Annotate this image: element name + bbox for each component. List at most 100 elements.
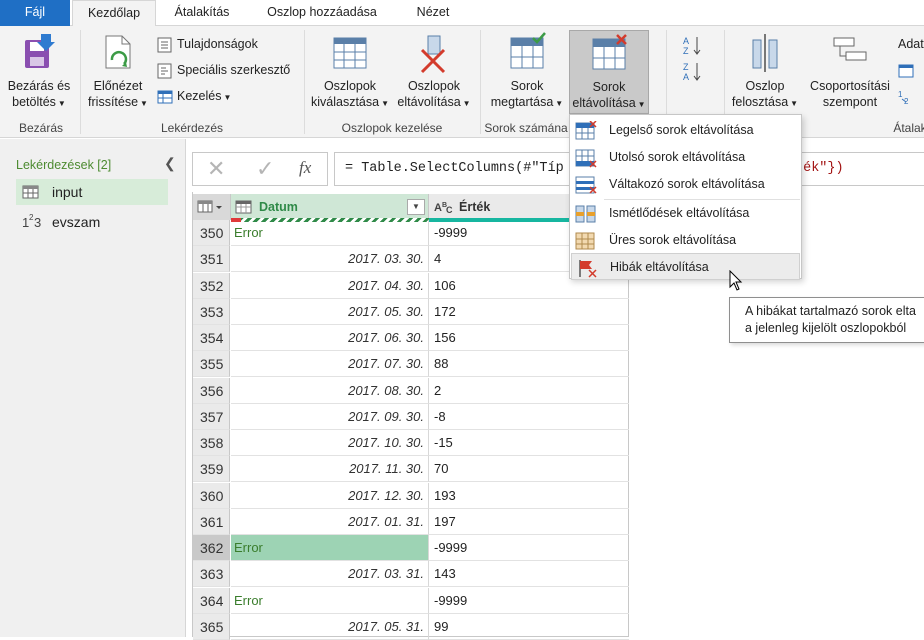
row-number[interactable]: 354 (193, 325, 230, 351)
cell-date[interactable]: 2017. 09. 30. (231, 403, 429, 430)
fx-icon[interactable]: fx (299, 158, 311, 178)
remove-duplicates-icon (575, 205, 596, 223)
cell-value[interactable]: 2 (429, 378, 629, 404)
row-number[interactable]: 355 (193, 351, 230, 378)
cell-error[interactable]: Error (231, 587, 429, 614)
cell-value[interactable]: -9999 (429, 535, 629, 561)
collapse-pane-icon[interactable]: ❮ (164, 155, 176, 172)
first-row-header-button[interactable] (898, 60, 918, 80)
cell-value[interactable]: -9999 (429, 588, 629, 614)
choose-columns-button[interactable]: Oszlopok kiválasztása ▼ (308, 30, 392, 112)
cell-date[interactable]: 2017. 03. 30. (231, 246, 429, 273)
menu-item-remove-blank-rows[interactable]: Üres sorok eltávolítása (571, 227, 800, 254)
date-type-icon (235, 200, 252, 214)
menu-item-label: Üres sorok eltávolítása (609, 233, 737, 247)
cell-value[interactable]: 88 (429, 351, 629, 378)
group-by-icon (833, 37, 867, 61)
cell-date[interactable]: 2017. 05. 30. (231, 298, 429, 325)
row-number[interactable]: 350 (193, 220, 230, 246)
confirm-icon[interactable]: ✓ (256, 156, 274, 182)
replace-values-button[interactable]: 12 (898, 86, 922, 106)
group-by-button[interactable]: Csoportosítási szempont (804, 30, 896, 110)
menu-item-label: Legelső sorok eltávolítása (609, 123, 754, 137)
cell-value[interactable]: 197 (429, 509, 629, 535)
sort-descending-button[interactable]: ZA (682, 60, 708, 82)
cell-date[interactable]: 2017. 11. 30. (231, 456, 429, 483)
data-type-button[interactable]: Adat (898, 34, 924, 54)
select-all-corner[interactable] (193, 194, 231, 220)
properties-icon (157, 37, 172, 53)
cell-date[interactable]: 2017. 05. 31. (231, 613, 429, 640)
cell-value[interactable]: 156 (429, 325, 629, 351)
row-number[interactable]: 358 (193, 430, 230, 456)
row-number[interactable]: 364 (193, 587, 230, 614)
remove-rows-label-1: Sorok (592, 80, 626, 94)
remove-top-rows-icon (575, 121, 597, 140)
refresh-preview-button[interactable]: Előnézet frissítése ▼ (84, 30, 152, 112)
row-number[interactable]: 361 (193, 508, 230, 535)
menu-item-remove-errors[interactable]: Hibák eltávolítása (571, 253, 800, 280)
cancel-icon[interactable]: ✕ (207, 156, 225, 182)
column-header-label: Datum (259, 200, 298, 214)
cell-value[interactable]: -8 (429, 404, 629, 430)
close-and-load-button[interactable]: Bezárás és betöltés ▼ (4, 30, 74, 112)
properties-button[interactable]: Tulajdonságok (157, 34, 258, 54)
cell-value[interactable]: 193 (429, 483, 629, 509)
tab-view[interactable]: Nézet (398, 0, 468, 26)
cell-error[interactable]: Error (231, 220, 429, 246)
row-number[interactable]: 353 (193, 298, 230, 325)
menu-item-remove-bottom-rows[interactable]: Utolsó sorok eltávolítása (571, 144, 800, 171)
replace-values-icon: 12 (898, 90, 909, 106)
cell-value[interactable]: 70 (429, 456, 629, 483)
tab-add-column[interactable]: Oszlop hozzáadása (252, 0, 392, 26)
row-number[interactable]: 363 (193, 561, 230, 588)
row-number[interactable]: 359 (193, 456, 230, 483)
query-item-evszam[interactable]: 123 evszam (16, 209, 168, 235)
cell-date[interactable]: 2017. 01. 31. (231, 508, 429, 535)
query-item-label: evszam (52, 214, 101, 230)
manage-button[interactable]: Kezelés ▼ (157, 86, 231, 106)
cell-date[interactable]: 2017. 06. 30. (231, 325, 429, 351)
query-item-input[interactable]: input (16, 179, 168, 205)
cell-date[interactable]: 2017. 03. 31. (231, 561, 429, 588)
row-number[interactable]: 352 (193, 272, 230, 299)
row-number[interactable]: 360 (193, 482, 230, 509)
text-type-icon: A BC (434, 202, 453, 215)
remove-columns-label-2: eltávolítása ▼ (397, 95, 471, 109)
queries-pane: Lekérdezések [2] ❮ input 123 evszam (0, 139, 186, 637)
cell-value[interactable]: 172 (429, 299, 629, 325)
keep-rows-icon (510, 32, 546, 69)
sort-ascending-button[interactable]: AZ (682, 34, 708, 56)
keep-rows-button[interactable]: Sorok megtartása ▼ (486, 30, 568, 112)
table-menu-icon (197, 200, 222, 213)
menu-item-remove-duplicates[interactable]: Ismétlődések eltávolítása (571, 200, 800, 227)
cell-value[interactable]: 143 (429, 561, 629, 588)
column-header-label: Érték (459, 200, 491, 214)
row-number[interactable]: 365 (193, 613, 230, 640)
remove-columns-button[interactable]: Oszlopok eltávolítása ▼ (392, 30, 476, 112)
tab-transform[interactable]: Átalakítás (156, 0, 248, 26)
cell-value[interactable]: 99 (429, 614, 629, 640)
row-number[interactable]: 356 (193, 377, 230, 404)
menu-item-remove-alternate-rows[interactable]: Váltakozó sorok eltávolítása (571, 171, 800, 198)
cell-date[interactable]: 2017. 10. 30. (231, 430, 429, 456)
row-number[interactable]: 351 (193, 246, 230, 273)
row-number[interactable]: 357 (193, 403, 230, 430)
cell-date[interactable]: 2017. 12. 30. (231, 482, 429, 509)
cell-date[interactable]: 2017. 08. 30. (231, 377, 429, 404)
choose-columns-icon (333, 37, 367, 69)
split-column-button[interactable]: Oszlop felosztása ▼ (728, 30, 802, 112)
row-number[interactable]: 362 (193, 535, 230, 561)
remove-rows-button[interactable]: Sorok eltávolítása ▼ (569, 30, 649, 114)
cell-date[interactable]: 2017. 04. 30. (231, 272, 429, 299)
cell-error[interactable]: Error (231, 535, 429, 561)
cell-value[interactable]: -15 (429, 430, 629, 456)
menu-item-remove-top-rows[interactable]: Legelső sorok eltávolítása (571, 117, 800, 144)
table-icon (22, 185, 39, 199)
cell-date[interactable]: 2017. 07. 30. (231, 351, 429, 378)
filter-dropdown-icon[interactable]: ▼ (407, 199, 425, 215)
tab-home[interactable]: Kezdőlap (72, 0, 156, 27)
tab-file[interactable]: Fájl (0, 0, 70, 26)
advanced-editor-button[interactable]: Speciális szerkesztő (157, 60, 290, 80)
column-header-datum[interactable]: Datum ▼ (231, 194, 429, 222)
